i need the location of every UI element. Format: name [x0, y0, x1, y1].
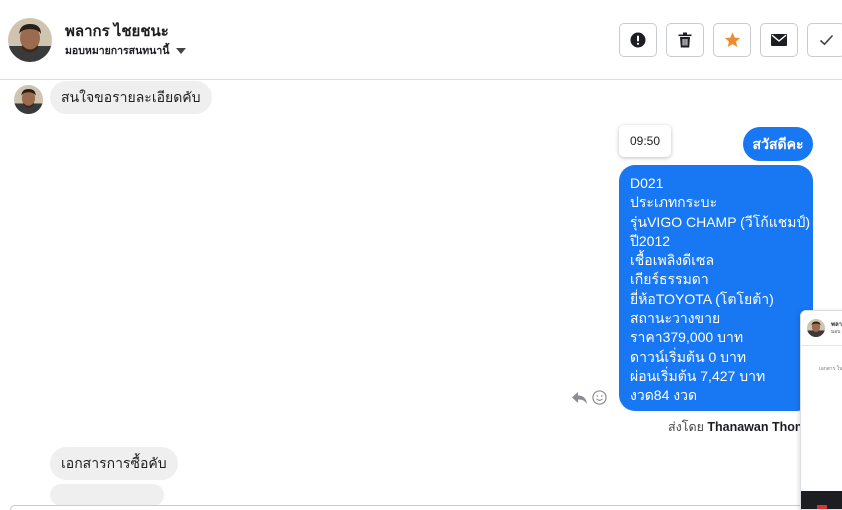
outgoing-details-message[interactable]: D021 ประเภทกระบะ รุ่นVIGO CHAMP (วีโก้แช…: [619, 165, 813, 411]
conversation-toolbar: [619, 23, 842, 57]
inbox-conversation-view: พลากร ไชยชนะ มอบหมายการสนทนานี้ สนใจขอรา…: [0, 0, 842, 510]
preview-snippet: เอกสาร ใน: [819, 366, 842, 372]
envelope-icon: [771, 34, 787, 46]
sent-by-name: Thanawan Thon: [707, 420, 803, 434]
detail-line: เกียร์ธรรมดา: [630, 271, 709, 288]
outgoing-message[interactable]: สวัสดีคะ: [743, 127, 813, 161]
calendar-icon: [817, 505, 827, 509]
detail-line: ยี่ห้อTOYOTA (โตโยต้า): [630, 290, 774, 307]
sent-by-prefix: ส่งโดย: [668, 420, 704, 434]
detail-line: ปี2012: [630, 232, 671, 249]
assign-conversation-dropdown[interactable]: มอบหมายการสนทนานี้: [65, 42, 187, 59]
message-timestamp-tooltip: 09:50: [619, 125, 671, 157]
sender-avatar[interactable]: [14, 85, 43, 114]
star-icon: [724, 32, 740, 48]
contact-name: พลากร ไชยชนะ: [65, 23, 169, 40]
message-actions: [571, 390, 607, 405]
detail-line: ผ่อนเริ่มต้น 7,427 บาท: [630, 367, 766, 384]
preview-subtitle: มอบ: [831, 329, 841, 335]
detail-line: ประเภทกระบะ: [630, 194, 718, 211]
detail-line: ดาวน์เริ่มต้น 0 บาท: [630, 348, 747, 365]
detail-line: สถานะวางขาย: [630, 310, 721, 327]
report-button[interactable]: [619, 23, 657, 57]
preview-avatar: [807, 319, 825, 337]
conversation-header: พลากร ไชยชนะ มอบหมายการสนทนานี้: [0, 0, 842, 80]
delete-button[interactable]: [666, 23, 704, 57]
preview-divider: [801, 345, 842, 346]
done-button[interactable]: [807, 23, 842, 57]
trash-icon: [678, 32, 692, 48]
mark-unread-button[interactable]: [760, 23, 798, 57]
conversation-preview-card[interactable]: พลา มอบ เอกสาร ใน: [800, 310, 842, 510]
smiley-icon[interactable]: [592, 390, 607, 405]
exclamation-circle-icon: [630, 32, 646, 48]
incoming-message[interactable]: สนใจขอรายละเอียดคับ: [50, 81, 212, 114]
incoming-message-partial[interactable]: [50, 484, 164, 506]
star-button[interactable]: [713, 23, 751, 57]
detail-line: รุ่นVIGO CHAMP (วีโก้แชมป์): [630, 213, 811, 230]
incoming-message[interactable]: เอกสารการซื้อคับ: [50, 447, 178, 480]
message-composer[interactable]: [10, 505, 810, 510]
reply-icon[interactable]: [571, 391, 588, 405]
caret-down-icon: [176, 47, 187, 54]
contact-avatar[interactable]: [8, 18, 52, 62]
check-icon: [819, 34, 833, 46]
detail-line: เชื้อเพลิงดีเซล: [630, 252, 715, 269]
assign-label: มอบหมายการสนทนานี้: [65, 45, 170, 57]
sent-by-label: ส่งโดย Thanawan Thon: [668, 417, 803, 437]
detail-line: D021: [630, 175, 664, 191]
detail-line: งวด84 งวด: [630, 387, 698, 404]
detail-line: ราคา379,000 บาท: [630, 329, 744, 346]
